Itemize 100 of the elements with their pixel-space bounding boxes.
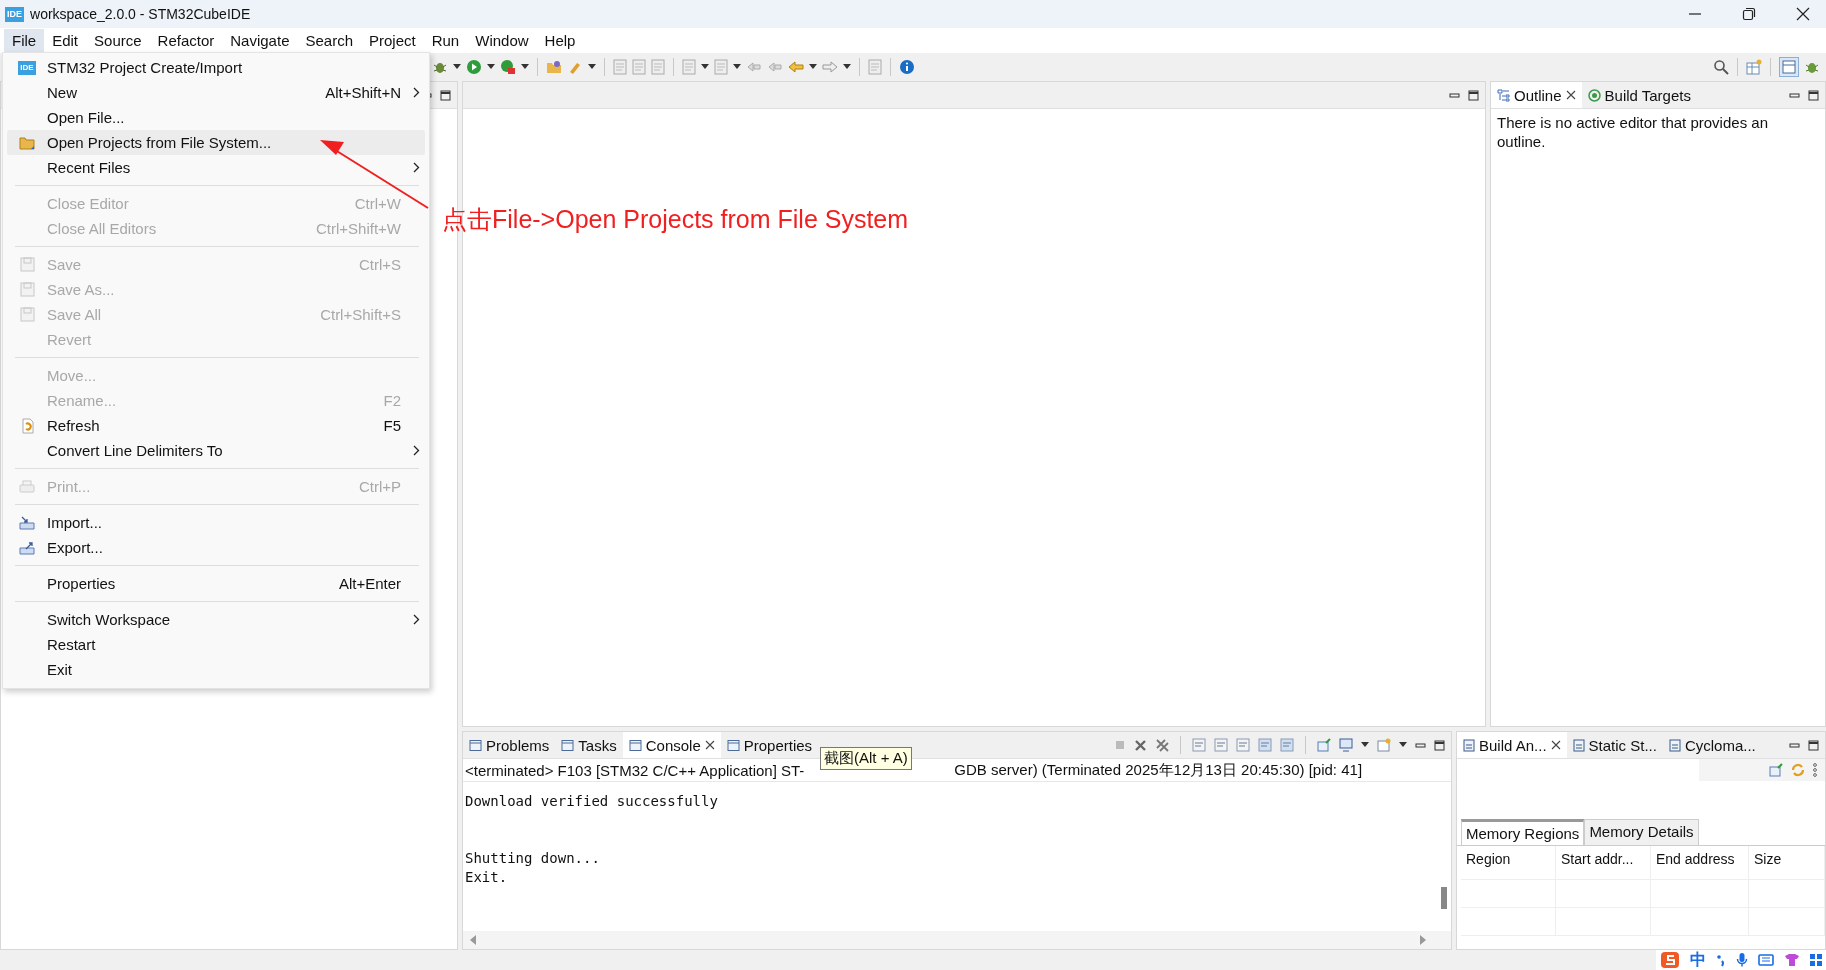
keyboard-icon[interactable] <box>1758 953 1774 967</box>
remove-icon[interactable] <box>1134 738 1147 752</box>
maximize-icon[interactable] <box>440 89 451 101</box>
folder-icon <box>19 135 35 150</box>
console-line: Shutting down... <box>465 849 601 868</box>
menu-entry[interactable]: Refresh F5 <box>7 413 425 438</box>
shirt-icon[interactable] <box>1784 953 1800 967</box>
dropdown-caret-icon[interactable] <box>453 64 461 70</box>
run-icon[interactable] <box>466 59 482 75</box>
view-tab[interactable]: Build Targets <box>1581 82 1697 108</box>
column-header[interactable]: Size <box>1749 846 1825 879</box>
display-console-icon[interactable] <box>1339 738 1353 752</box>
menu-item[interactable]: Project <box>361 29 424 52</box>
refresh-icon <box>19 417 35 434</box>
dropdown-caret-icon[interactable] <box>843 64 851 70</box>
menu-item[interactable]: Search <box>297 29 361 52</box>
menu-item[interactable]: Navigate <box>222 29 298 52</box>
column-header[interactable]: End address <box>1651 846 1749 879</box>
menu-item[interactable]: Run <box>423 29 468 52</box>
maximize-icon[interactable] <box>1434 739 1445 751</box>
save-icon <box>19 257 35 272</box>
pin-icon[interactable] <box>1769 763 1783 777</box>
view-tab[interactable]: Tasks <box>555 732 623 758</box>
microphone-icon[interactable] <box>1736 952 1748 968</box>
search-icon[interactable] <box>1713 59 1729 75</box>
view-tab[interactable]: Console <box>622 732 721 758</box>
remove-all-icon[interactable] <box>1155 738 1169 752</box>
column-header[interactable]: Region <box>1461 846 1556 879</box>
view-icon <box>1572 738 1585 752</box>
more-icon[interactable] <box>1813 763 1817 777</box>
console-header: GDB server) (Terminated 2025年12月13日 20:45:30) [pid: 41] <box>954 760 1363 780</box>
grid-icon[interactable] <box>1810 953 1822 967</box>
app-logo: IDE <box>5 6 24 22</box>
view-tab[interactable]: Properties <box>720 732 819 758</box>
menu-item[interactable]: Window <box>467 29 537 52</box>
input-mode[interactable]: 中 <box>1690 949 1706 970</box>
horizontal-scrollbar[interactable] <box>463 931 1451 949</box>
close-icon[interactable] <box>1796 7 1810 21</box>
dropdown-caret-icon[interactable] <box>588 64 596 70</box>
tooltip: 截图(Alt + A) <box>820 747 912 770</box>
menu-entry[interactable]: Open Projects from File System... <box>7 130 425 155</box>
export-icon <box>19 540 35 555</box>
dropdown-caret-icon[interactable] <box>1399 742 1407 748</box>
maximize-icon[interactable] <box>1808 739 1819 751</box>
close-icon[interactable] <box>704 740 715 750</box>
view-tab[interactable]: Cycloma... <box>1662 732 1762 758</box>
info-icon[interactable] <box>899 59 915 75</box>
dropdown-caret-icon[interactable] <box>701 64 709 70</box>
menu-entry[interactable]: New Alt+Shift+N <box>7 80 425 105</box>
target-icon <box>1587 88 1601 102</box>
column-header[interactable]: Start addr... <box>1556 846 1651 879</box>
menu-entry[interactable]: Switch Workspace <box>7 607 425 632</box>
menu-entry[interactable]: Export... <box>7 535 425 560</box>
menu-entry[interactable]: Convert Line Delimiters To <box>7 438 425 463</box>
dropdown-caret-icon[interactable] <box>809 64 817 70</box>
back-arrow-icon[interactable] <box>788 60 804 74</box>
view-tab[interactable]: Build An... <box>1457 732 1567 758</box>
scrollbar-thumb[interactable] <box>1441 887 1447 909</box>
menu-entry[interactable]: Exit <box>7 657 425 682</box>
pin-icon[interactable] <box>1317 738 1331 752</box>
input-method-logo-icon[interactable] <box>1660 951 1680 969</box>
window-title: workspace_2.0.0 - STM32CubeIDE <box>30 6 251 22</box>
view-tab[interactable]: Outline <box>1491 82 1582 108</box>
menu-item[interactable]: Help <box>536 29 584 52</box>
view-icon <box>1463 738 1475 752</box>
console-line: Exit. <box>465 868 509 887</box>
menu-item[interactable]: File <box>4 29 45 52</box>
dropdown-caret-icon[interactable] <box>487 64 495 70</box>
c-perspective-icon[interactable] <box>1779 57 1799 77</box>
dropdown-caret-icon[interactable] <box>733 64 741 70</box>
dropdown-caret-icon[interactable] <box>1361 742 1369 748</box>
menu-entry[interactable]: IDE STM32 Project Create/Import <box>7 55 425 80</box>
scroll-right-icon[interactable] <box>1419 935 1427 945</box>
menu-item[interactable]: Refactor <box>149 29 223 52</box>
menu-entry[interactable]: Restart <box>7 632 425 657</box>
menu-entry[interactable]: Open File... <box>7 105 425 130</box>
close-icon[interactable] <box>1550 740 1561 750</box>
restore-icon[interactable] <box>1742 7 1756 21</box>
sub-tab[interactable]: Memory Regions <box>1461 819 1585 845</box>
view-tab[interactable]: Problems <box>463 732 556 758</box>
view-icon <box>1668 738 1681 752</box>
console-header: <terminated> F103 [STM32 C/C++ Application] ST- <box>465 761 805 779</box>
menu-entry[interactable]: Import... <box>7 510 425 535</box>
menu-item[interactable]: Source <box>86 29 150 52</box>
view-icon <box>561 738 575 752</box>
punctuation-icon[interactable] <box>1716 953 1726 967</box>
refresh-icon[interactable] <box>1791 763 1805 777</box>
menu-entry[interactable]: Properties Alt+Enter <box>7 571 425 596</box>
folder-icon[interactable] <box>546 59 562 75</box>
maximize-icon[interactable] <box>1468 89 1479 101</box>
scroll-left-icon[interactable] <box>469 935 477 945</box>
close-icon[interactable] <box>1565 90 1576 100</box>
menu-item[interactable]: Edit <box>44 29 87 52</box>
sub-tab[interactable]: Memory Details <box>1584 819 1699 845</box>
open-perspective-icon[interactable] <box>1746 59 1762 75</box>
menu-entry[interactable]: Recent Files <box>7 155 425 180</box>
external-tool-icon[interactable] <box>500 59 516 75</box>
view-tab[interactable]: Static St... <box>1566 732 1663 758</box>
dropdown-caret-icon[interactable] <box>521 64 529 70</box>
maximize-icon[interactable] <box>1808 89 1819 101</box>
